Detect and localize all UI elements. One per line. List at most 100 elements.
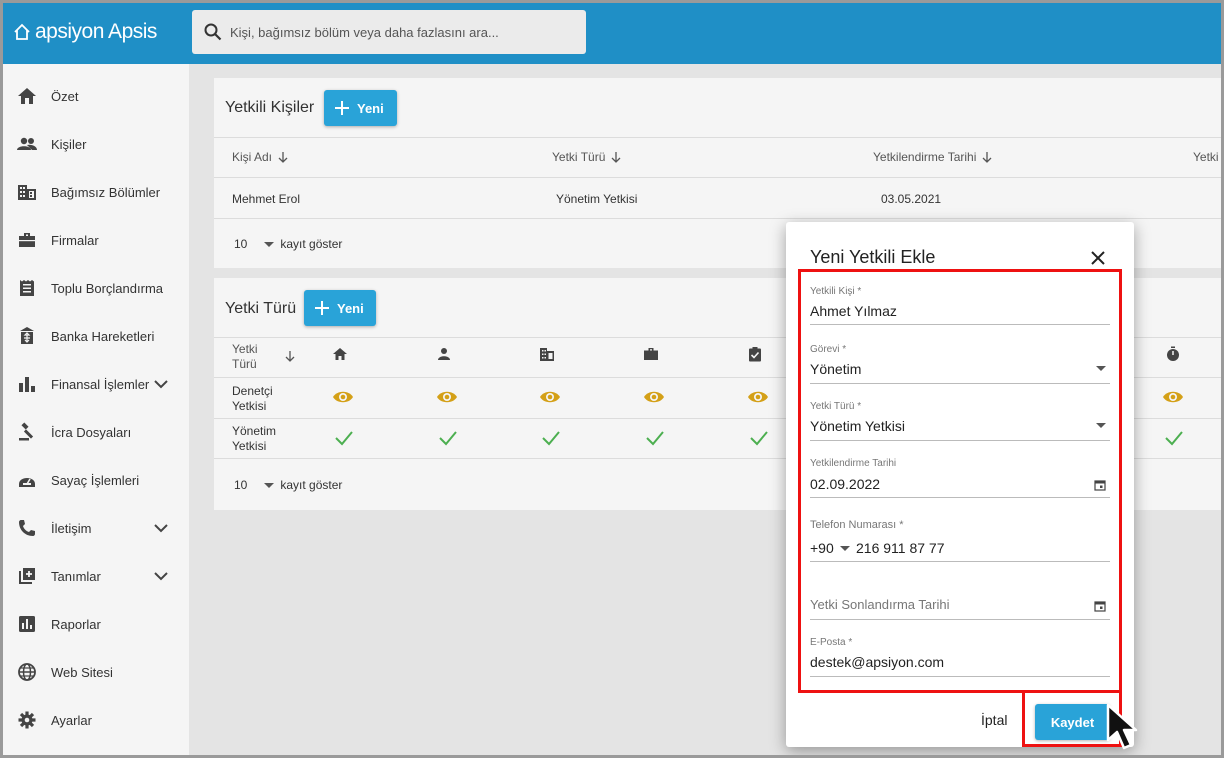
sidebar-item-label: Bağımsız Bölümler (51, 184, 161, 200)
chevron-down-icon[interactable] (152, 519, 170, 537)
people-icon (17, 137, 37, 150)
mouse-cursor-icon (1106, 703, 1138, 750)
sidebar-item-web-sitesi[interactable]: Web Sitesi (0, 648, 189, 696)
calendar-icon[interactable] (1094, 600, 1106, 612)
check-icon[interactable] (644, 427, 666, 449)
column-header-yetki[interactable]: Yetki (1193, 150, 1219, 164)
sidebar-item-label: Ayarlar (51, 712, 92, 728)
page-size-select[interactable]: 10 kayıt göster (234, 478, 342, 492)
row-label-yonetim: Yönetim Yetkisi (232, 424, 277, 453)
dialog-title: Yeni Yetkili Ekle (810, 247, 936, 267)
field-value: 02.09.2022 (810, 476, 881, 492)
eye-icon[interactable] (747, 386, 769, 408)
column-header-kisi-adi[interactable]: Kişi Adı (232, 150, 289, 164)
search-input[interactable] (230, 24, 570, 40)
sidebar-item-kisiler[interactable]: Kişiler (0, 120, 189, 168)
field-value: destek@apsiyon.com (810, 654, 945, 670)
calendar-icon[interactable] (1094, 479, 1106, 491)
sort-arrow-icon (982, 152, 992, 163)
search-icon (204, 23, 222, 41)
field-value: Yönetim Yetkisi (810, 418, 905, 434)
card-title: Yetkili Kişiler (225, 99, 315, 116)
sidebar-item-ozet[interactable]: Özet (0, 72, 189, 120)
eye-icon[interactable] (332, 386, 354, 408)
field-label: E-Posta * (810, 637, 853, 648)
field-underline (810, 497, 1110, 498)
sidebar-item-label: İcra Dosyaları (51, 424, 132, 440)
sidebar-item-ayarlar[interactable]: Ayarlar (0, 696, 189, 744)
country-code-select[interactable]: +90 (810, 540, 850, 556)
divider (214, 177, 1224, 178)
column-header-yetkilendirme-tarihi[interactable]: Yetkilendirme Tarihi (873, 150, 993, 164)
caret-down-icon (1096, 423, 1106, 428)
briefcase-icon (644, 348, 658, 360)
sidebar-item-tanimlar[interactable]: Tanımlar (0, 552, 189, 600)
column-header-label: Kişi Adı (232, 150, 273, 164)
sidebar-item-banka-hareketleri[interactable]: Banka Hareketleri (0, 312, 189, 360)
sidebar-item-iletisim[interactable]: İletişim (0, 504, 189, 552)
caret-down-icon (264, 241, 275, 247)
sort-arrow-icon (278, 152, 288, 163)
chevron-down-icon[interactable] (152, 375, 170, 393)
sidebar-item-bagimsiz-bolumler[interactable]: Bağımsız Bölümler (0, 168, 189, 216)
phone-icon (19, 520, 35, 536)
field-underline (810, 561, 1110, 562)
field-underline (810, 619, 1110, 620)
yetki-sonlandirma-tarihi-field[interactable]: Yetki Sonlandırma Tarihi (810, 584, 1110, 620)
field-label: Görevi * (810, 344, 847, 355)
sidebar-item-raporlar[interactable]: Raporlar (0, 600, 189, 648)
field-underline (810, 440, 1110, 441)
field-label: Yetki Türü * (810, 401, 862, 412)
chevron-down-icon[interactable] (152, 567, 170, 585)
page-size-select[interactable]: 10 kayıt göster (234, 237, 342, 251)
building-icon (540, 348, 554, 361)
eye-icon[interactable] (643, 386, 665, 408)
divider (214, 218, 1224, 219)
yetkilendirme-tarihi-field[interactable]: Yetkilendirme Tarihi 02.09.2022 (810, 457, 1110, 499)
field-value: Ahmet Yılmaz (810, 303, 897, 319)
sidebar-item-sayac-islemleri[interactable]: Sayaç İşlemleri (0, 456, 189, 504)
check-icon[interactable] (540, 427, 562, 449)
report-icon (19, 616, 35, 632)
bank-transfer-icon (20, 327, 34, 344)
yetkili-kisi-field[interactable]: Yetkili Kişi * Ahmet Yılmaz (810, 284, 1110, 326)
caret-down-icon (839, 545, 850, 551)
sort-arrow-icon (611, 152, 621, 163)
save-button[interactable]: Kaydet (1035, 704, 1110, 740)
cancel-button[interactable]: İptal (981, 712, 1007, 728)
sidebar-item-label: Banka Hareketleri (51, 328, 155, 344)
eye-icon[interactable] (436, 386, 458, 408)
app-logo[interactable]: apsiyon Apsis (12, 20, 157, 44)
telefon-field[interactable]: Telefon Numarası * +90 216 911 87 77 (810, 518, 1110, 562)
field-label: Yetkilendirme Tarihi (810, 458, 897, 469)
check-icon[interactable] (437, 427, 459, 449)
globe-icon (18, 663, 36, 681)
column-header-yetki-turu[interactable]: Yetki Türü (552, 150, 622, 164)
sort-arrow-icon[interactable] (284, 350, 296, 362)
column-header-yetki-turu[interactable]: Yetki Türü (232, 342, 270, 372)
check-icon[interactable] (1163, 427, 1185, 449)
check-icon[interactable] (333, 427, 355, 449)
check-icon[interactable] (748, 427, 770, 449)
new-yetkili-button[interactable]: Yeni (324, 90, 397, 126)
yetki-turu-select[interactable]: Yetki Türü * Yönetim Yetkisi (810, 399, 1110, 441)
sidebar-item-icra-dosyalari[interactable]: İcra Dosyaları (0, 408, 189, 456)
field-placeholder: Yetki Sonlandırma Tarihi (810, 597, 950, 612)
eye-icon[interactable] (539, 386, 561, 408)
gorevi-select[interactable]: Görevi * Yönetim (810, 342, 1110, 384)
bar-chart-icon (19, 377, 35, 392)
caret-down-icon (1096, 366, 1106, 371)
search-box[interactable] (192, 10, 586, 54)
sidebar-item-firmalar[interactable]: Firmalar (0, 216, 189, 264)
sidebar-item-finansal-islemler[interactable]: Finansal İşlemler (0, 360, 189, 408)
new-yetki-turu-button[interactable]: Yeni (304, 290, 376, 326)
field-underline (810, 676, 1110, 677)
logo-text: apsiyon Apsis (35, 20, 157, 43)
close-icon[interactable] (1088, 248, 1108, 268)
page-size-value: 10 (234, 478, 248, 492)
sidebar-item-toplu-borclandirma[interactable]: Toplu Borçlandırma (0, 264, 189, 312)
email-field[interactable]: E-Posta * destek@apsiyon.com (810, 635, 1110, 677)
page-size-label: kayıt göster (280, 478, 343, 492)
gavel-icon (19, 422, 34, 441)
eye-icon[interactable] (1162, 386, 1184, 408)
